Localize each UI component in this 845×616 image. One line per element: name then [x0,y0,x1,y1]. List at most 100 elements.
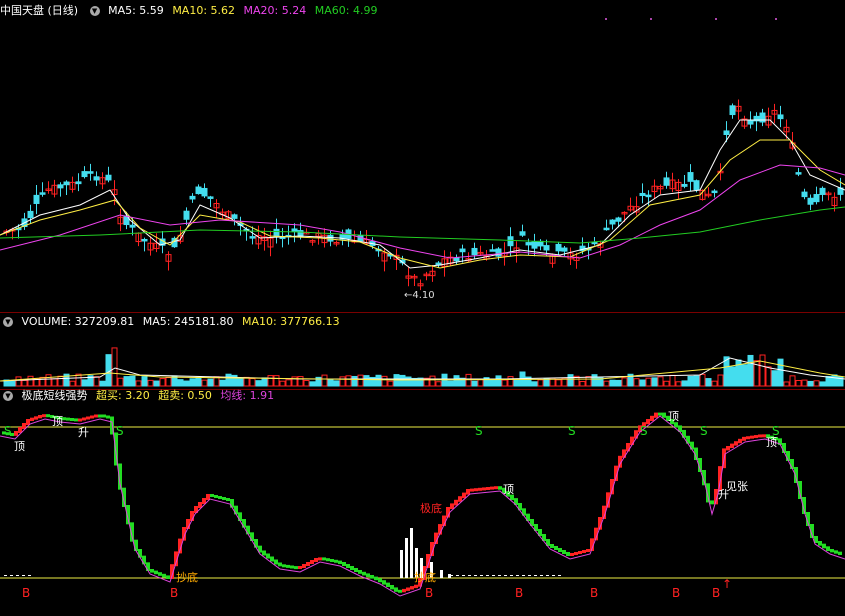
volume-bar [51,378,58,387]
volume-bar [495,375,502,387]
marker-dot [775,18,777,20]
volume-bar [591,374,598,387]
volume-bar [297,376,304,387]
indicator-bar [406,587,410,591]
indicator-bar [82,417,86,421]
baseline-dot [474,575,477,576]
baseline-dot [462,575,465,576]
volume-bar [339,376,346,387]
indicator-pane[interactable]: ▼ 极底短线强势 超买: 3.20 超卖: 0.50 均线: 1.91 S S S S… [0,389,845,616]
marker-dot [715,18,717,20]
indicator-bar [278,562,282,567]
indicator-bar [750,435,754,439]
indicator-bar [466,489,470,495]
volume-bar [45,374,52,387]
baseline-dot [516,575,519,576]
indicator-bar [274,559,278,565]
volume-bar [21,379,28,387]
baseline-dot [522,575,525,576]
indicator-bar [410,586,414,590]
volume-bar [507,376,514,387]
volume-bar [465,373,472,387]
indicator-bar [214,495,218,498]
candle [105,174,112,181]
indicator-bar [38,415,42,419]
volume-bar [759,354,766,387]
indicator-bar [346,564,350,568]
volume-bar [303,380,310,387]
oversold-value: 超卖: 0.50 [158,389,212,402]
volume-bar [9,380,16,387]
candle [57,184,64,189]
volume-bar [33,378,40,387]
indicator-bar [358,570,362,574]
chevron-down-icon[interactable]: ▼ [3,317,13,327]
indicator-bar [66,417,70,421]
volume-bar [729,366,736,387]
candlestick-chart[interactable] [0,0,845,312]
volume-bar [255,380,262,387]
baseline-dot [450,575,453,576]
indicator-bar [570,553,574,556]
indicator-bar [622,449,626,458]
indicator-bar [370,575,374,579]
indicator-bar [386,582,390,587]
indicator-bar [726,446,730,451]
chevron-down-icon[interactable]: ▼ [3,391,13,401]
volume-pane[interactable]: ▼ VOLUME: 327209.81 MA5: 245181.80 MA10:… [0,313,845,389]
indicator-bar [362,571,366,576]
volume-bar [81,379,88,387]
spike-bar [410,528,413,578]
volume-bar [609,379,616,387]
volume-bar [615,379,622,387]
indicator-bar [314,558,318,562]
indicator-bar [210,494,214,497]
signal-sell: S [700,424,708,438]
low-price-label: ←4.10 [404,290,435,301]
volume-bar [681,380,688,387]
candle [327,234,334,242]
label-chaodi: 抄底 [414,570,436,584]
volume-bar [27,375,34,387]
candle [189,195,196,200]
volume-bar [75,373,82,387]
volume-bar [675,381,682,387]
indicator-bar [78,418,82,422]
volume-bar [177,379,184,387]
baseline-dot [456,575,459,576]
label-jianzhang: 见张 [726,480,748,493]
signal-buy: B [22,586,30,600]
indicator-bar [158,572,162,576]
indicator-bar [14,431,18,436]
candle [87,171,94,174]
indicator-bar [330,559,334,562]
volume-bar [225,373,232,387]
indicator-bar [222,497,226,500]
price-pane[interactable]: 中国天盘 (日线) ▼ MA5: 5.59 MA10: 5.62 MA20: 5… [0,0,845,312]
signal-buy: B [590,586,598,600]
volume-bar [345,375,352,387]
candle [201,187,208,197]
indicator-bar [166,575,170,579]
indicator-bar [414,584,418,589]
candle [723,130,730,135]
candle [603,227,610,231]
candle [519,231,526,236]
indicator-bar [382,580,386,585]
indicator-bar [478,487,482,491]
indicator-chart[interactable]: S S S S S S SB B B B B B B↑顶顶 顶顶顶升升极底抄底 抄底见张 [0,390,845,616]
ma60-value: MA60: 4.99 [314,4,378,17]
volume-bar [513,379,520,387]
volume-bar [279,380,286,387]
indicator-bar [662,412,666,418]
indicator-bar [566,552,570,556]
label-ding: 顶 [766,436,777,449]
volume-bar [489,379,496,387]
chevron-down-icon[interactable]: ▼ [89,6,100,16]
volume-bar [219,379,226,387]
indicator-bar [738,438,742,444]
candle [747,119,754,125]
indicator-bar [334,559,338,563]
volume-bar [165,377,172,387]
volume-bar [621,377,628,387]
